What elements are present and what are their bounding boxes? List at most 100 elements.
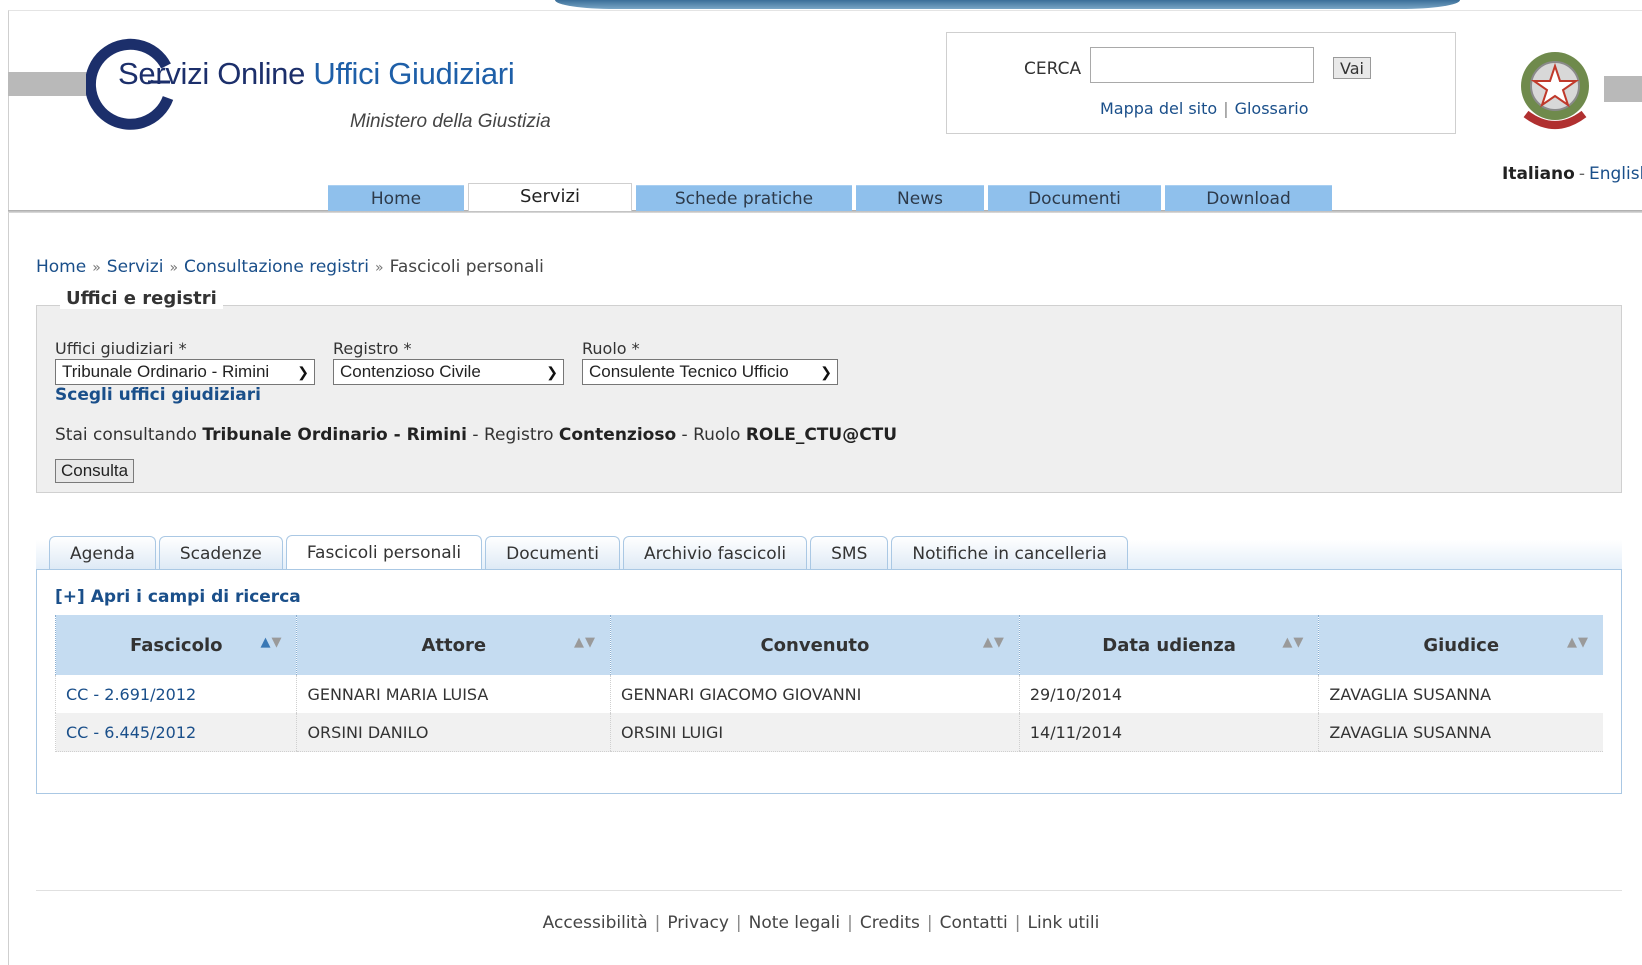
language-switch: Italiano-English <box>1502 164 1642 184</box>
fieldset-legend: Uffici e registri <box>60 288 223 309</box>
status-prefix: Stai consultando <box>55 425 197 445</box>
sort-asc-icon[interactable]: ▲ <box>983 635 994 650</box>
brand-title-part2: Uffici Giudiziari <box>313 56 515 91</box>
column-header-label: Giudice <box>1423 634 1500 656</box>
sort-desc-icon[interactable]: ▼ <box>1578 635 1589 650</box>
uffici-select[interactable]: Tribunale Ordinario - Rimini ❯ <box>55 359 315 385</box>
section-tabs: Agenda Scadenze Fascicoli personali Docu… <box>49 535 1131 571</box>
cell-giudice: ZAVAGLIA SUSANNA <box>1318 713 1603 752</box>
breadcrumb-separator: » <box>92 260 101 276</box>
cell-attore: GENNARI MARIA LUISA <box>296 675 611 713</box>
status-registro-label: Registro <box>483 425 554 445</box>
column-header-data-udienza[interactable]: Data udienza ▲▼ <box>1018 615 1319 675</box>
sort-icons[interactable]: ▲▼ <box>1282 635 1304 650</box>
nav-news[interactable]: News <box>856 185 984 211</box>
lang-english[interactable]: English <box>1589 164 1642 184</box>
sort-asc-icon[interactable]: ▲ <box>1567 635 1578 650</box>
sort-asc-icon[interactable]: ▲ <box>260 635 271 650</box>
tab-documenti[interactable]: Documenti <box>485 536 620 570</box>
chevron-down-icon: ❯ <box>297 364 309 380</box>
fascicolo-link[interactable]: CC - 6.445/2012 <box>66 723 196 742</box>
search-button[interactable]: Vai <box>1333 57 1371 79</box>
column-header-label: Attore <box>421 634 487 656</box>
separator: | <box>847 913 853 933</box>
column-header-giudice[interactable]: Giudice ▲▼ <box>1318 615 1603 675</box>
sort-icons[interactable]: ▲▼ <box>574 635 596 650</box>
sort-desc-icon[interactable]: ▼ <box>585 635 596 650</box>
nav-download[interactable]: Download <box>1165 185 1332 211</box>
status-ruolo: ROLE_CTU@CTU <box>745 425 898 445</box>
breadcrumb-consultazione[interactable]: Consultazione registri <box>184 257 369 277</box>
status-registro: Contenzioso <box>558 425 677 445</box>
emblem-icon <box>1521 52 1589 129</box>
tab-notifiche[interactable]: Notifiche in cancelleria <box>891 536 1128 570</box>
cell-convenuto: ORSINI LUIGI <box>610 713 1020 752</box>
table-row: CC - 2.691/2012 GENNARI MARIA LUISA GENN… <box>54 675 1603 713</box>
tab-scadenze[interactable]: Scadenze <box>158 536 283 570</box>
breadcrumb-home[interactable]: Home <box>36 257 86 277</box>
status-ufficio: Tribunale Ordinario - Rimini <box>202 425 467 445</box>
sort-asc-icon[interactable]: ▲ <box>1282 635 1293 650</box>
status-ruolo-label: Ruolo <box>693 425 741 445</box>
column-header-label: Data udienza <box>1102 634 1236 656</box>
fascicoli-table: Fascicolo ▲▼ Attore ▲▼ Convenuto ▲▼ Data ud… <box>54 615 1603 752</box>
lang-italiano[interactable]: Italiano <box>1502 164 1575 184</box>
tab-fascicoli-personali[interactable]: Fascicoli personali <box>285 535 483 571</box>
ruolo-label: Ruolo * <box>582 339 640 358</box>
sort-desc-icon[interactable]: ▼ <box>1293 635 1304 650</box>
nav-documenti[interactable]: Documenti <box>988 185 1161 211</box>
separator: - <box>472 425 479 445</box>
sort-desc-icon[interactable]: ▼ <box>994 635 1005 650</box>
sort-icons[interactable]: ▲▼ <box>260 635 282 650</box>
table-row: CC - 6.445/2012 ORSINI DANILO ORSINI LUI… <box>54 713 1603 752</box>
glossary-link[interactable]: Glossario <box>1235 99 1309 118</box>
header-bar-left <box>8 72 92 96</box>
uffici-select-value: Tribunale Ordinario - Rimini <box>62 362 270 381</box>
sitemap-link[interactable]: Mappa del sito <box>1100 99 1217 118</box>
registro-select[interactable]: Contenzioso Civile ❯ <box>333 359 564 385</box>
breadcrumb-separator: » <box>375 260 384 276</box>
footer-link-utili[interactable]: Link utili <box>1028 913 1100 933</box>
sort-asc-icon[interactable]: ▲ <box>574 635 585 650</box>
footer-note-legali[interactable]: Note legali <box>749 913 840 933</box>
tab-agenda[interactable]: Agenda <box>49 536 156 570</box>
footer-credits[interactable]: Credits <box>860 913 920 933</box>
tab-sms[interactable]: SMS <box>810 536 889 570</box>
fascicolo-link[interactable]: CC - 2.691/2012 <box>66 685 196 704</box>
cell-giudice: ZAVAGLIA SUSANNA <box>1318 675 1603 713</box>
footer-accessibilita[interactable]: Accessibilità <box>543 913 648 933</box>
nav-schede-pratiche[interactable]: Schede pratiche <box>636 185 852 211</box>
ruolo-select-value: Consulente Tecnico Ufficio <box>589 362 789 381</box>
column-header-fascicolo[interactable]: Fascicolo ▲▼ <box>54 615 297 675</box>
header-bar-right <box>1604 76 1642 102</box>
nav-servizi[interactable]: Servizi <box>468 183 632 211</box>
footer-privacy[interactable]: Privacy <box>667 913 729 933</box>
consulta-button[interactable]: Consulta <box>55 459 135 483</box>
footer-contatti[interactable]: Contatti <box>940 913 1008 933</box>
registro-select-value: Contenzioso Civile <box>340 362 481 381</box>
table-header-row: Fascicolo ▲▼ Attore ▲▼ Convenuto ▲▼ Data ud… <box>54 615 1603 675</box>
column-header-convenuto[interactable]: Convenuto ▲▼ <box>610 615 1020 675</box>
sort-icons[interactable]: ▲▼ <box>1567 635 1589 650</box>
nav-home[interactable]: Home <box>328 185 464 211</box>
scegli-uffici-link[interactable]: Scegli uffici giudiziari <box>55 385 261 405</box>
footer-links: Accessibilità | Privacy | Note legali | Credit… <box>0 913 1642 933</box>
separator: | <box>654 913 661 933</box>
top-decoration <box>555 0 1460 9</box>
separator: | <box>1223 99 1229 118</box>
cell-fascicolo: CC - 6.445/2012 <box>54 713 297 752</box>
open-search-fields-link[interactable]: [+] Apri i campi di ricerca <box>55 587 301 607</box>
brand-title[interactable]: Servizi Online Uffici Giudiziari <box>118 56 515 92</box>
breadcrumb-servizi[interactable]: Servizi <box>107 257 164 277</box>
tab-archivio-fascicoli[interactable]: Archivio fascicoli <box>622 536 808 570</box>
sort-icons[interactable]: ▲▼ <box>983 635 1005 650</box>
chevron-down-icon: ❯ <box>546 364 558 380</box>
uffici-label: Uffici giudiziari * <box>55 339 187 358</box>
main-nav: Home Servizi Schede pratiche News Docume… <box>328 183 1336 211</box>
search-input[interactable] <box>1090 47 1314 83</box>
sort-desc-icon[interactable]: ▼ <box>271 635 282 650</box>
ruolo-select[interactable]: Consulente Tecnico Ufficio ❯ <box>582 359 838 385</box>
breadcrumb-current: Fascicoli personali <box>389 257 544 277</box>
column-header-attore[interactable]: Attore ▲▼ <box>296 615 611 675</box>
uffici-registri-fieldset <box>36 305 1622 493</box>
